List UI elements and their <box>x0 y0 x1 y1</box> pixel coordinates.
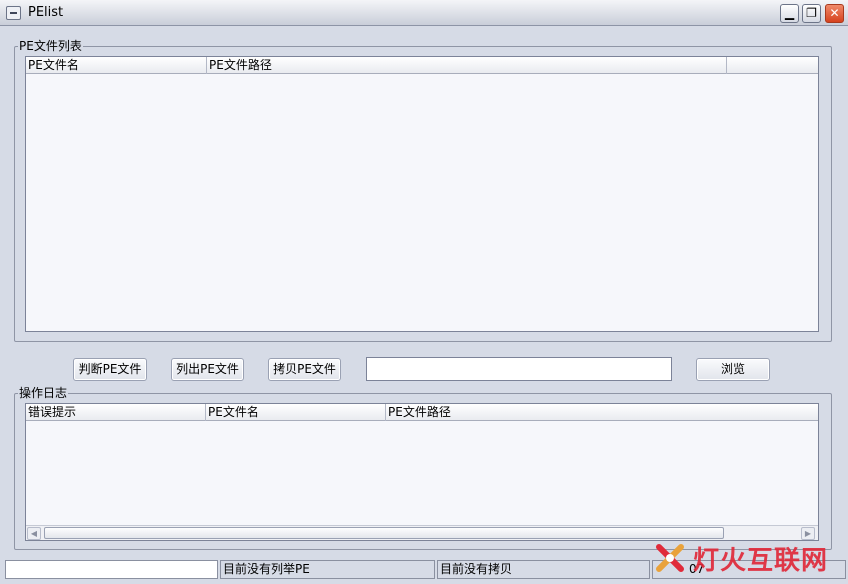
column-header-filler <box>727 57 818 74</box>
check-pe-button[interactable]: 判断PE文件 <box>73 358 147 381</box>
pe-table-header: PE文件名 PE文件路径 <box>26 57 818 74</box>
title-bar[interactable]: PElist ▁ ❐ ✕ <box>0 0 848 26</box>
status-panel-1 <box>5 560 218 579</box>
column-header-pe-filepath[interactable]: PE文件路径 <box>207 57 727 74</box>
restore-icon: ❐ <box>806 6 817 20</box>
restore-button[interactable]: ❐ <box>802 4 821 23</box>
list-pe-button[interactable]: 列出PE文件 <box>171 358 244 381</box>
close-icon: ✕ <box>829 6 840 20</box>
column-header-log-filename[interactable]: PE文件名 <box>206 404 386 421</box>
minimize-icon: ▁ <box>784 6 795 20</box>
chevron-right-icon: ▶ <box>804 529 812 538</box>
log-table[interactable]: 错误提示 PE文件名 PE文件路径 <box>25 403 819 541</box>
log-group-label: 操作日志 <box>18 386 69 400</box>
pe-list-group-label: PE文件列表 <box>18 39 83 53</box>
close-button[interactable]: ✕ <box>825 4 844 23</box>
status-panel-copy: 目前没有拷贝 <box>437 560 650 579</box>
column-header-error[interactable]: 错误提示 <box>26 404 206 421</box>
path-input[interactable] <box>366 357 672 381</box>
minimize-button[interactable]: ▁ <box>780 4 799 23</box>
log-table-header: 错误提示 PE文件名 PE文件路径 <box>26 404 818 421</box>
browse-button[interactable]: 浏览 <box>696 358 770 381</box>
status-panel-list: 目前没有列举PE <box>220 560 435 579</box>
watermark-text: 灯火互联网 <box>693 546 829 576</box>
column-header-log-filepath[interactable]: PE文件路径 <box>386 404 818 421</box>
log-horizontal-scrollbar[interactable]: ◀ ▶ <box>26 525 818 540</box>
system-menu-icon[interactable] <box>6 6 21 20</box>
window-title: PElist <box>28 5 64 20</box>
chevron-left-icon: ◀ <box>30 529 38 538</box>
column-header-pe-filename[interactable]: PE文件名 <box>26 57 207 74</box>
watermark-logo-icon <box>656 544 684 572</box>
pe-file-table[interactable]: PE文件名 PE文件路径 <box>25 56 819 332</box>
scroll-right-button[interactable]: ▶ <box>801 527 815 540</box>
scroll-thumb[interactable] <box>44 527 724 539</box>
scroll-left-button[interactable]: ◀ <box>27 527 41 540</box>
copy-pe-button[interactable]: 拷贝PE文件 <box>268 358 341 381</box>
